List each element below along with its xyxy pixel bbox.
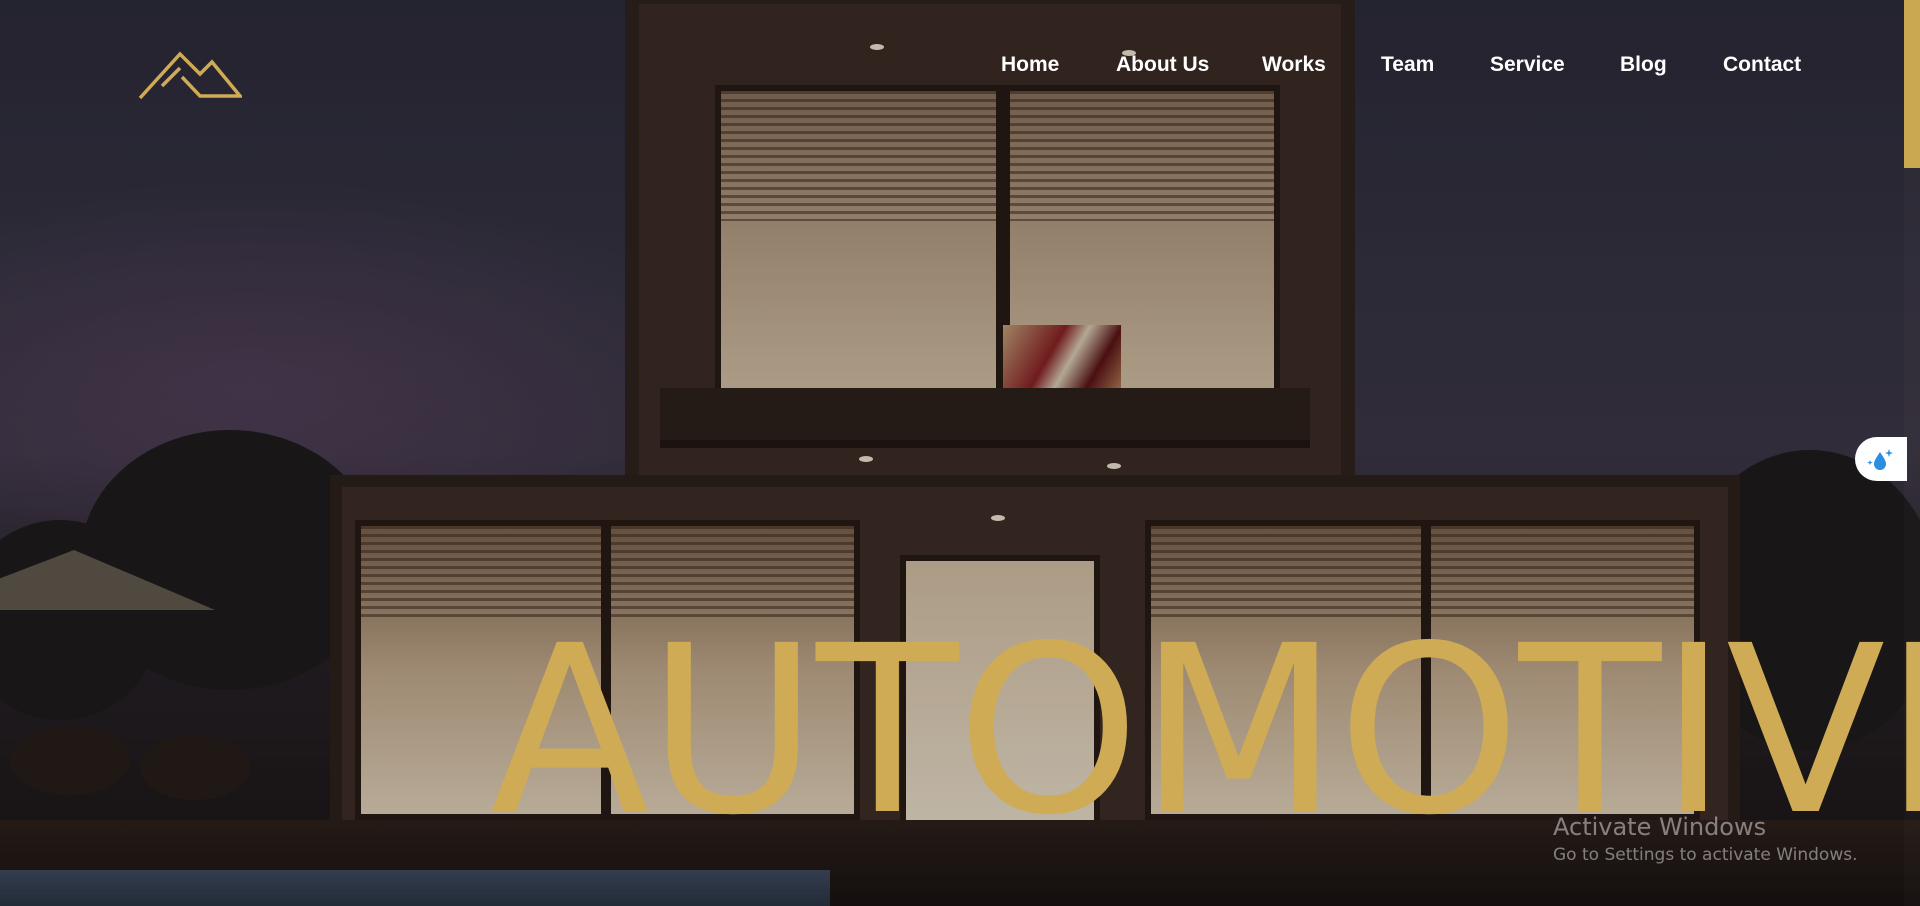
- activate-windows-subtitle: Go to Settings to activate Windows.: [1553, 845, 1858, 865]
- hero-section: Home About Us Works Team Service Blog Co…: [0, 0, 1920, 906]
- water-drop-sparkle-icon: [1867, 449, 1893, 470]
- nav-blog[interactable]: Blog: [1620, 53, 1667, 77]
- site-logo[interactable]: [138, 50, 244, 100]
- nav-home[interactable]: Home: [1001, 53, 1059, 77]
- side-widget-button[interactable]: [1855, 437, 1907, 481]
- nav-team[interactable]: Team: [1381, 53, 1434, 77]
- activate-windows-title: Activate Windows: [1553, 813, 1767, 841]
- nav-works[interactable]: Works: [1262, 53, 1326, 77]
- mountain-peaks-icon: [138, 51, 244, 100]
- activate-windows-watermark: Activate Windows Go to Settings to activ…: [1553, 813, 1858, 865]
- nav-about-us[interactable]: About Us: [1116, 53, 1209, 77]
- nav-contact[interactable]: Contact: [1723, 53, 1801, 77]
- nav-service[interactable]: Service: [1490, 53, 1565, 77]
- scrollbar-thumb[interactable]: [1904, 0, 1920, 168]
